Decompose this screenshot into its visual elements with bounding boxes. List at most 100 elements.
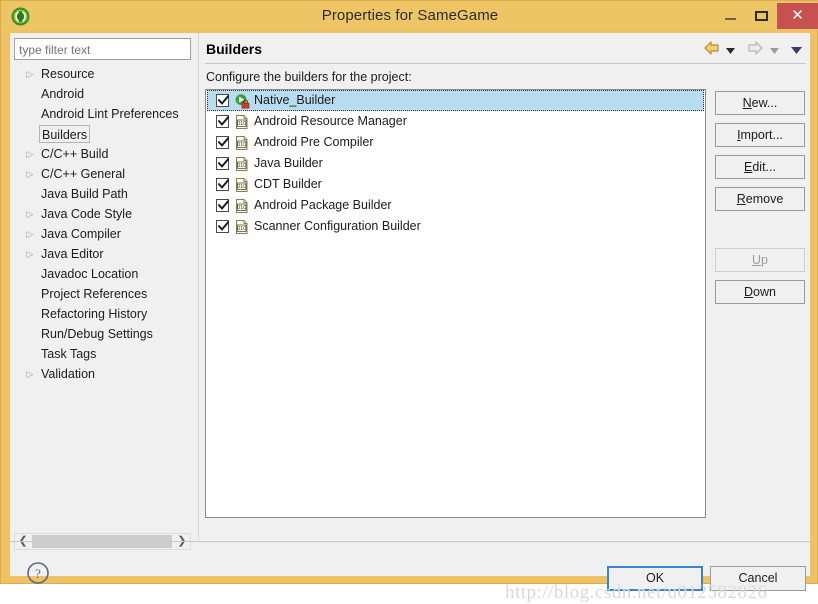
button-mnemonic: D: [744, 285, 754, 299]
sidebar-item-java-build-path[interactable]: Java Build Path: [14, 184, 191, 204]
sidebar-item-builders[interactable]: Builders: [14, 124, 191, 144]
sidebar-item-label: Resource: [41, 67, 95, 81]
new-button[interactable]: New...: [715, 91, 805, 115]
button-label-rest: own: [753, 285, 776, 299]
footer-separator: [10, 541, 810, 542]
builder-list-item[interactable]: 010 Android Resource Manager: [207, 111, 704, 132]
page-title: Builders: [206, 41, 263, 57]
builder-name-label: Native_Builder: [254, 93, 336, 107]
button-mnemonic: N: [742, 96, 752, 110]
page-navigation-bar: [701, 41, 802, 61]
builder-name-label: Scanner Configuration Builder: [254, 219, 421, 233]
builders-list[interactable]: Native_Builder 010 Android Resource Manage…: [205, 89, 706, 518]
import-button[interactable]: Import...: [715, 123, 805, 147]
cancel-button[interactable]: Cancel: [710, 566, 806, 591]
title-separator: [205, 63, 806, 64]
button-label-rest: ew...: [751, 96, 778, 110]
builder-checkbox[interactable]: [216, 178, 229, 191]
builder-list-item[interactable]: 010 Java Builder: [207, 153, 704, 174]
tree-expand-chevron-right-icon[interactable]: ▷: [25, 164, 35, 184]
sidebar-item-label: Javadoc Location: [41, 267, 139, 281]
help-question-icon[interactable]: ?: [26, 561, 50, 585]
panel-divider: [198, 33, 199, 539]
sidebar-item-java-code-style[interactable]: ▷ Java Code Style: [14, 204, 191, 224]
tree-expand-chevron-right-icon[interactable]: ▷: [25, 224, 35, 244]
sidebar-item-c-c-build[interactable]: ▷ C/C++ Build: [14, 144, 191, 164]
svg-text:010: 010: [237, 163, 246, 169]
maximize-button[interactable]: [746, 3, 777, 29]
svg-text:010: 010: [237, 184, 246, 190]
builder-checkbox[interactable]: [216, 220, 229, 233]
sidebar-item-c-c-general[interactable]: ▷ C/C++ General: [14, 164, 191, 184]
sidebar-item-java-editor[interactable]: ▷ Java Editor: [14, 244, 191, 264]
forward-arrow-icon: [747, 41, 763, 58]
sidebar-item-label: C/C++ General: [41, 167, 126, 181]
sidebar-item-project-references[interactable]: Project References: [14, 284, 191, 304]
sidebar-item-label: C/C++ Build: [41, 147, 109, 161]
page-description: Configure the builders for the project:: [206, 70, 412, 84]
down-button[interactable]: Down: [715, 280, 805, 304]
sidebar-item-label: Android Lint Preferences: [41, 107, 179, 121]
sidebar-item-android-lint-preferences[interactable]: Android Lint Preferences: [14, 104, 191, 124]
search-input[interactable]: [19, 42, 185, 57]
minimize-button[interactable]: [715, 3, 746, 29]
title-bar[interactable]: Properties for SameGame ✕: [2, 2, 818, 30]
close-button[interactable]: ✕: [777, 3, 818, 29]
builder-list-item[interactable]: 010 Android Package Builder: [207, 195, 704, 216]
native-builder-icon: [234, 93, 250, 109]
tree-expand-chevron-right-icon[interactable]: ▷: [25, 204, 35, 224]
tree-expand-chevron-right-icon[interactable]: ▷: [25, 364, 35, 384]
sidebar-item-task-tags[interactable]: Task Tags: [14, 344, 191, 364]
builder-list-item[interactable]: Native_Builder: [207, 90, 704, 111]
page-menu-chevron-down-icon[interactable]: [791, 43, 802, 57]
sidebar-item-label: Android: [41, 87, 85, 101]
settings-tree[interactable]: ▷ Resource Android Android Lint Preferences…: [14, 64, 191, 530]
builder-name-label: Android Pre Compiler: [254, 135, 374, 149]
sidebar-item-label: Java Editor: [41, 247, 104, 261]
remove-button[interactable]: Remove: [715, 187, 805, 211]
sidebar-item-refactoring-history[interactable]: Refactoring History: [14, 304, 191, 324]
sidebar-item-label: Java Build Path: [41, 187, 128, 201]
builder-name-label: Android Resource Manager: [254, 114, 407, 128]
properties-dialog-window: Properties for SameGame ✕ ▷ Resource Andro…: [0, 0, 818, 603]
edit-button[interactable]: Edit...: [715, 155, 805, 179]
button-label-rest: dit...: [752, 160, 776, 174]
sidebar-item-android[interactable]: Android: [14, 84, 191, 104]
maximize-icon: [755, 11, 768, 21]
builder-name-label: Android Package Builder: [254, 198, 392, 212]
sidebar-item-validation[interactable]: ▷ Validation: [14, 364, 191, 384]
button-mnemonic: R: [736, 192, 746, 206]
ok-button[interactable]: OK: [607, 566, 703, 591]
back-arrow-icon[interactable]: [704, 41, 720, 58]
button-label-rest: mport...: [740, 128, 783, 142]
tree-expand-chevron-right-icon[interactable]: ▷: [25, 64, 35, 84]
sidebar-item-label: Java Code Style: [41, 207, 133, 221]
builder-checkbox[interactable]: [216, 115, 229, 128]
builder-checkbox[interactable]: [216, 136, 229, 149]
builder-checkbox[interactable]: [216, 157, 229, 170]
builder-file-icon: 010: [234, 114, 250, 130]
minimize-icon: [725, 18, 736, 20]
up-button: Up: [715, 248, 805, 272]
builder-list-item[interactable]: 010 Android Pre Compiler: [207, 132, 704, 153]
button-label-rest: p: [761, 253, 768, 267]
builder-list-item[interactable]: 010 Scanner Configuration Builder: [207, 216, 704, 237]
sidebar-item-java-compiler[interactable]: ▷ Java Compiler: [14, 224, 191, 244]
sidebar-item-label: Task Tags: [41, 347, 97, 361]
sidebar-item-resource[interactable]: ▷ Resource: [14, 64, 191, 84]
svg-text:010: 010: [237, 226, 246, 232]
filter-textbox[interactable]: [14, 38, 191, 60]
tree-expand-chevron-right-icon[interactable]: ▷: [25, 144, 35, 164]
builder-list-item[interactable]: 010 CDT Builder: [207, 174, 704, 195]
sidebar-item-run-debug-settings[interactable]: Run/Debug Settings: [14, 324, 191, 344]
svg-text:?: ?: [35, 566, 41, 581]
back-dropdown-chevron-down-icon[interactable]: [725, 43, 735, 57]
button-mnemonic: U: [752, 253, 762, 267]
svg-text:010: 010: [237, 205, 246, 211]
builder-checkbox[interactable]: [216, 94, 229, 107]
button-label-rest: emove: [745, 192, 784, 206]
builder-checkbox[interactable]: [216, 199, 229, 212]
tree-expand-chevron-right-icon[interactable]: ▷: [25, 244, 35, 264]
sidebar-item-javadoc-location[interactable]: Javadoc Location: [14, 264, 191, 284]
builder-file-icon: 010: [234, 135, 250, 151]
